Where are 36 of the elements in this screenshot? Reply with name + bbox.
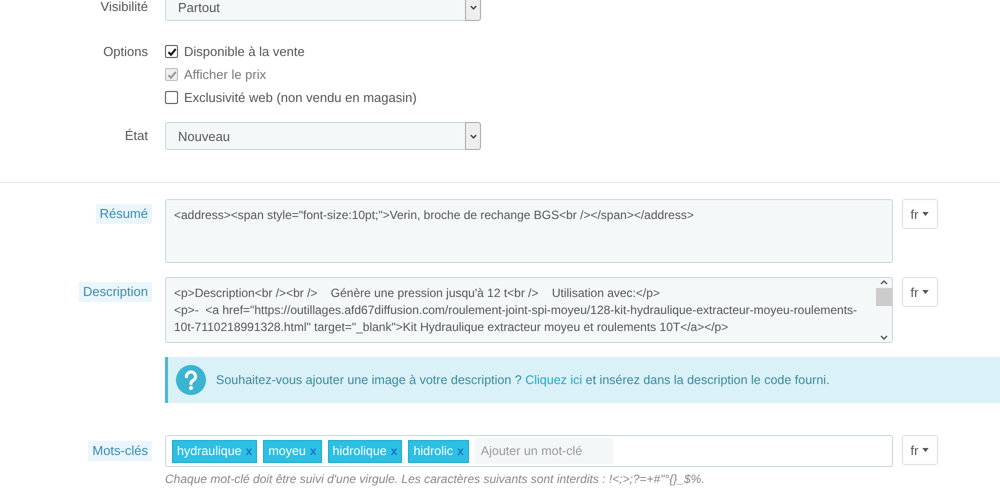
help-icon [176,365,206,395]
scrollbar[interactable] [876,278,892,342]
field-label: Mots-clés [88,441,152,461]
field-label: Options [102,43,149,60]
text-area[interactable]: <p>Description<br /><br /> Génère une pression jusqu'à 12 t<br /> Utilisation avec:</p> <p>- <a href="https://outillages.afd67diffusion.com/roulement-joint-spi-moyeu/128-kit-hydraulique-extracteur-moyeu-roulements-10t-7110218991328.html" target="_blank">Kit Hydraulique extracteur moyeu et roulements 10T</a></p> [165,277,893,343]
chevron-icon [465,122,481,150]
tag-label: hidrolic [413,442,454,460]
tag-label: hydraulique [177,442,242,460]
field-label: Résumé [96,204,152,224]
scroll-up-icon[interactable] [879,278,889,286]
alert-message: Souhaitez-vous ajouter une image à votre description ? Cliquez ici et insérez dans la description le code fourni. [216,373,830,387]
language-button[interactable]: fr [902,435,938,465]
checkbox-label: Exclusivité web (non vendu en magasin) [184,89,417,106]
checkbox-label: Afficher le prix [184,66,266,83]
caret-icon [922,212,930,216]
help-text: Chaque mot-clé doit être suivi d'une virgule. Les caractères suivants sont interdits : !<;>;?=+#"°{}_$%. [165,472,706,486]
caret-icon [922,448,930,452]
select-value: Nouveau [178,128,230,144]
chevron-icon [465,0,481,21]
keyword-input[interactable]: Ajouter un mot-clé [474,438,613,464]
language-button[interactable]: fr [902,199,938,229]
select-value: Partout [178,0,220,14]
field-label: Visibilité [100,0,149,16]
language-button[interactable]: fr [902,277,938,307]
text-area[interactable]: <address><span style="font-size:10pt;">Verin, broche de rechange BGS<br /></span></address> [165,199,893,263]
checkbox[interactable] [165,91,178,104]
checkbox[interactable] [165,45,178,58]
field-label: Description [78,282,152,302]
tag-label: hidrolique [332,442,387,460]
field-label: État [124,127,149,145]
select-field[interactable]: Partout [165,0,481,21]
caret-icon [922,290,930,294]
select-field[interactable]: Nouveau [165,122,481,150]
tag-label: moyeu [268,442,306,460]
checkbox-label: Disponible à la vente [184,43,305,60]
scroll-down-icon[interactable] [879,334,889,342]
